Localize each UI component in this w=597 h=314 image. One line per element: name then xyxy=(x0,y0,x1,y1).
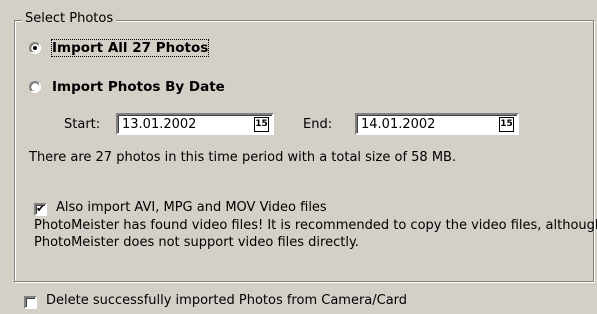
end-date-value: 14.01.2002 xyxy=(361,117,436,132)
end-label: End: xyxy=(303,117,333,132)
import-video-label[interactable]: Also import AVI, MPG and MOV Video files xyxy=(56,200,327,216)
delete-imported-label[interactable]: Delete successfully imported Photos from… xyxy=(46,293,407,309)
import-by-date-label[interactable]: Import Photos By Date xyxy=(52,79,225,95)
checkmark-icon: ✔ xyxy=(36,202,46,215)
video-note-line-2: PhotoMeister does not support video file… xyxy=(34,235,359,250)
import-all-label[interactable]: Import All 27 Photos xyxy=(50,39,210,57)
import-all-radio[interactable] xyxy=(29,42,41,54)
radio-selected-dot xyxy=(33,46,37,50)
start-date-value: 13.01.2002 xyxy=(122,117,197,132)
calendar-icon[interactable]: 15 xyxy=(254,117,269,132)
import-by-date-radio[interactable] xyxy=(29,81,41,93)
calendar-icon[interactable]: 15 xyxy=(499,117,514,132)
group-title: Select Photos xyxy=(22,11,117,27)
start-date-field[interactable]: 13.01.2002 15 xyxy=(116,113,274,135)
video-note-line-1: PhotoMeister has found video files! It i… xyxy=(34,218,597,233)
start-label: Start: xyxy=(64,117,101,132)
import-video-checkbox[interactable]: ✔ xyxy=(34,202,47,216)
end-date-field[interactable]: 14.01.2002 15 xyxy=(355,113,519,135)
summary-text: There are 27 photos in this time period … xyxy=(29,150,457,165)
delete-imported-checkbox[interactable] xyxy=(24,296,37,309)
